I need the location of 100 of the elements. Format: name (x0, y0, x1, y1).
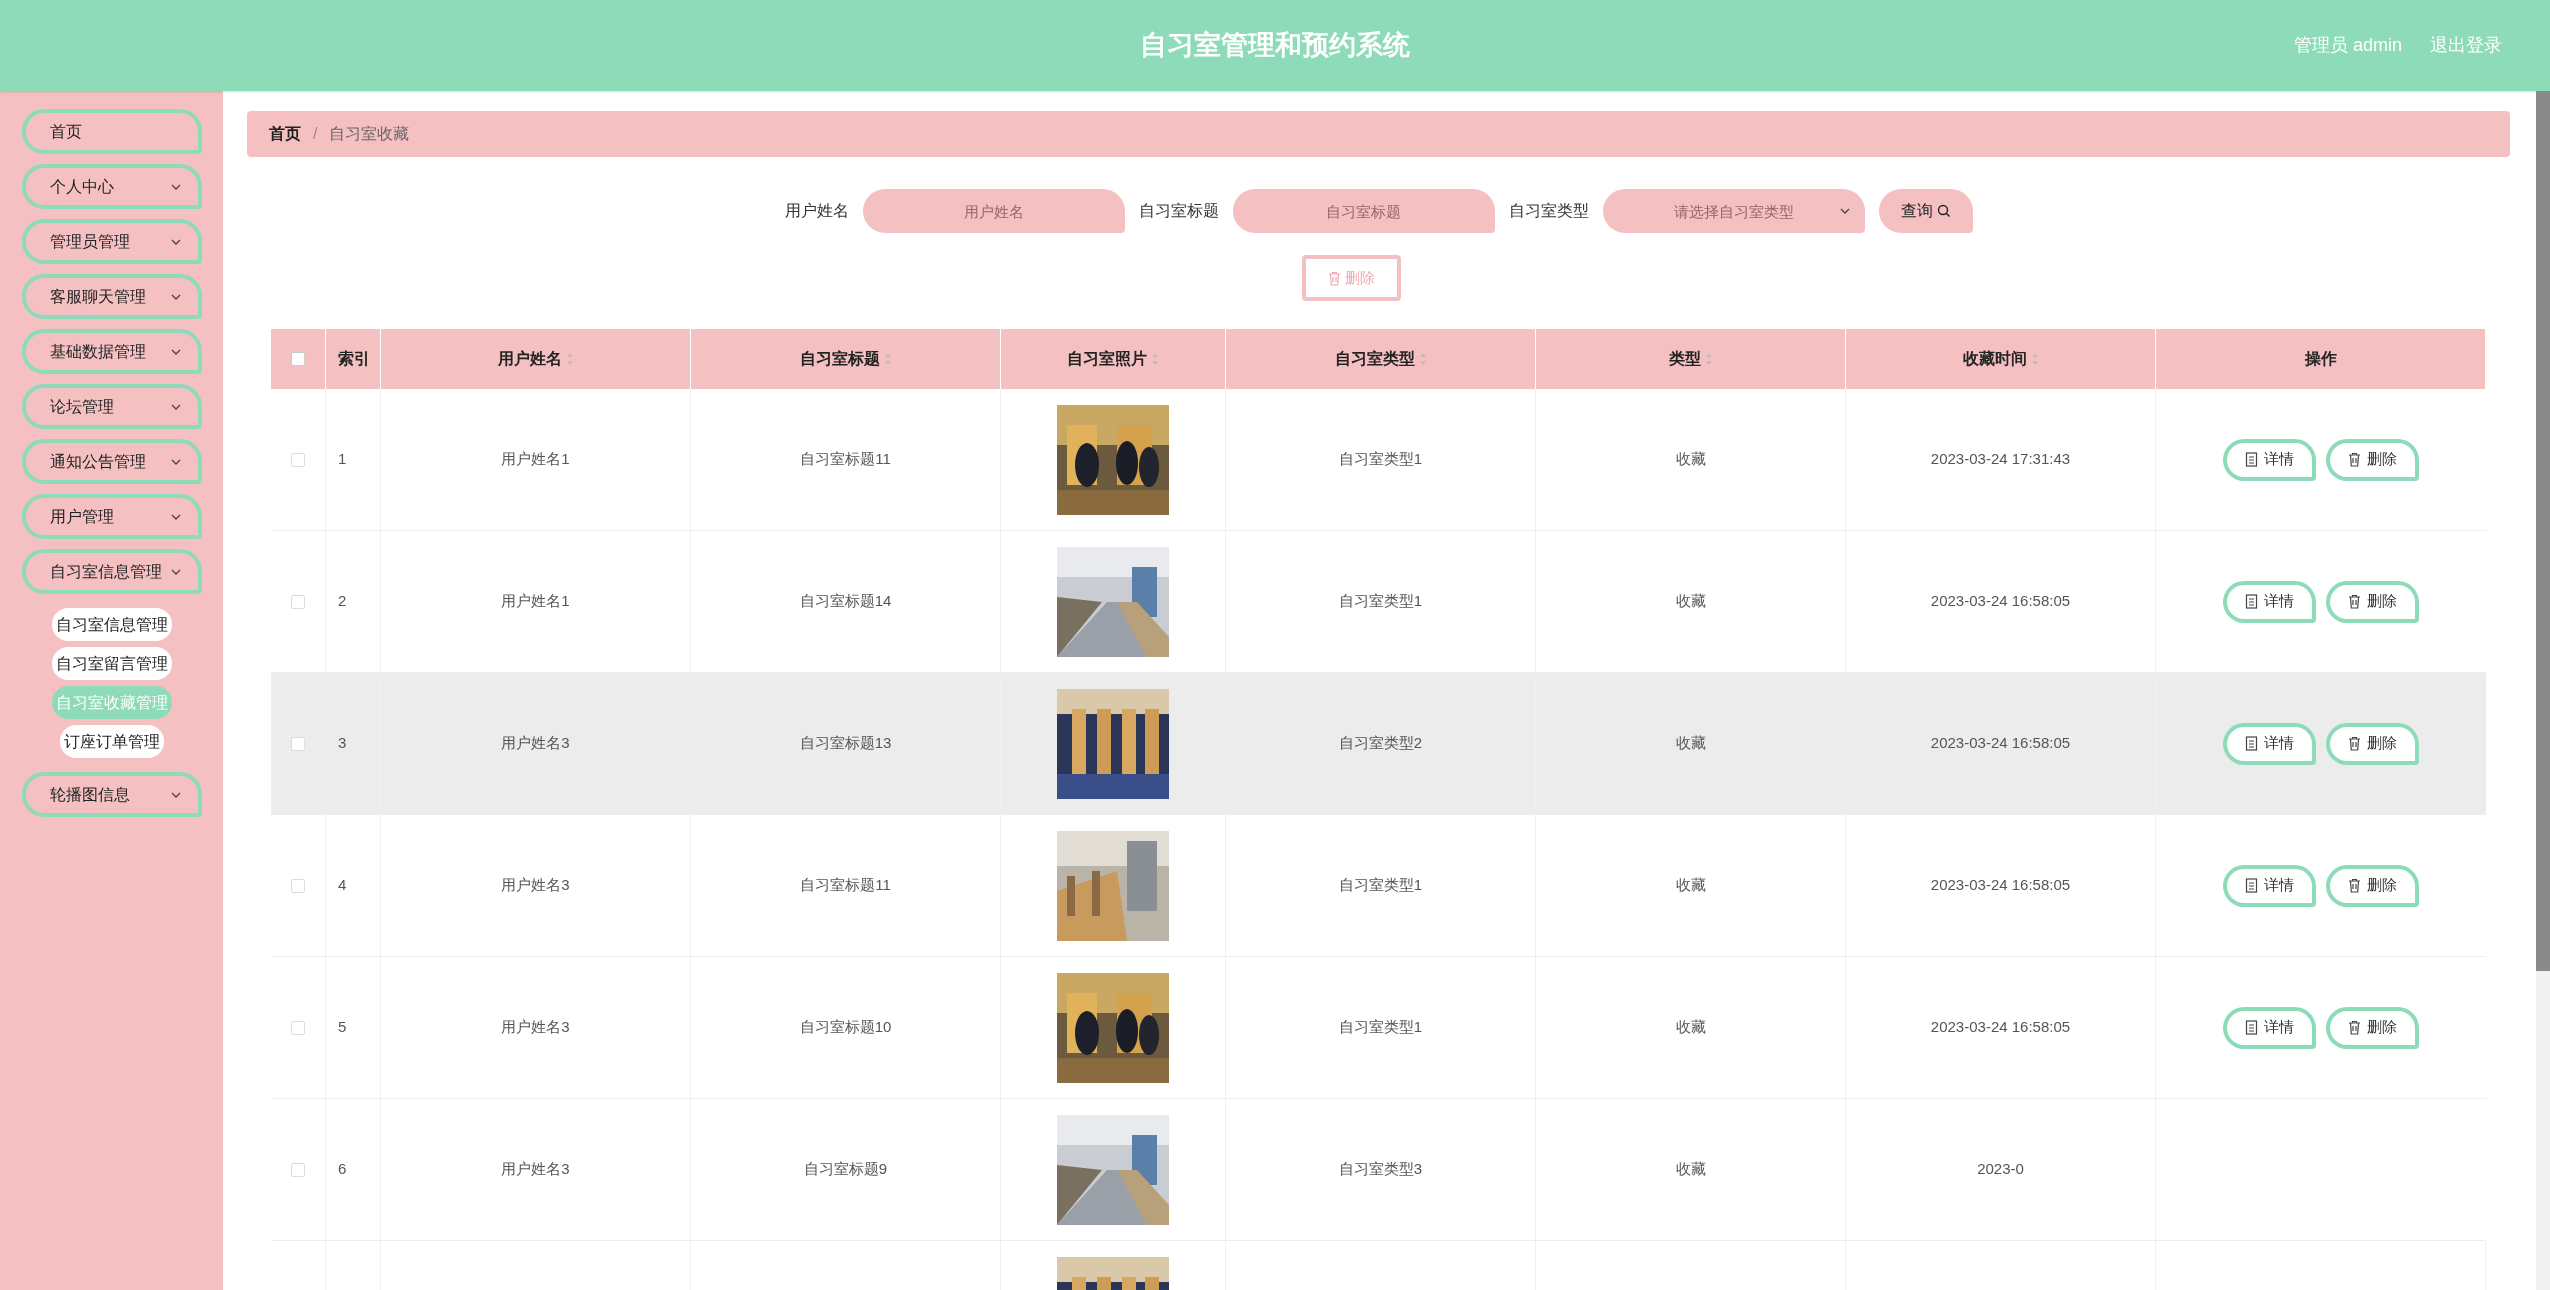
favorite-time-cell-text: 2023-03-24 16:58:05 (1930, 875, 2071, 896)
breadcrumb-separator: / (313, 124, 318, 144)
row-checkbox[interactable] (291, 736, 305, 751)
delete-button[interactable]: 删除 (2326, 864, 2419, 907)
scrollbar[interactable] (2536, 91, 2550, 1290)
sidebar-item-label: 个人中心 (49, 176, 114, 197)
sort-icon[interactable] (883, 352, 892, 366)
sidebar-item[interactable]: 用户管理 (21, 494, 202, 539)
favorite-time-cell-text: 2023-03-24 16:58:05 (1930, 591, 2071, 612)
details-button[interactable]: 详情 (2223, 864, 2316, 907)
room-title-cell-text: 自习室标题11 (800, 449, 891, 470)
breadcrumb-item[interactable]: 首页 (269, 122, 301, 146)
delete-button[interactable]: 删除 (2326, 580, 2419, 623)
sort-icon[interactable] (1151, 352, 1159, 366)
column-header-label: 自习室类型 (1334, 349, 1415, 369)
sidebar-item[interactable]: 轮播图信息 (21, 772, 202, 817)
room-title-cell-text: 自习室标题10 (799, 1017, 892, 1038)
trash-icon (2348, 594, 2361, 609)
sidebar-item-label: 用户管理 (49, 506, 114, 527)
index-cell-text: 2 (338, 591, 347, 612)
document-icon (2245, 594, 2258, 609)
chevron-down-icon (169, 182, 182, 191)
search-field-label: 自习室类型 (1508, 201, 1589, 221)
favorite-time-cell-text: 2023-03-24 16:58:05 (1930, 733, 2071, 754)
sidebar-item[interactable]: 论坛管理 (21, 384, 202, 429)
room-type-cell-text: 自习室类型1 (1338, 591, 1423, 612)
chevron-down-icon (1838, 207, 1851, 215)
sort-icon[interactable] (1704, 352, 1713, 366)
room-title-cell-text: 自习室标题9 (803, 1159, 888, 1180)
trash-icon (2348, 1020, 2361, 1035)
input-field[interactable]: 自习室标题 (1232, 189, 1495, 233)
table-row[interactable]: 4 用户姓名3 自习室标题11 自习室类型1 收藏 2023-03-24 16:58:05 详情 删除 (271, 815, 2486, 957)
details-button[interactable]: 详情 (2223, 438, 2316, 481)
sort-icon[interactable] (1418, 352, 1427, 366)
row-checkbox[interactable] (291, 452, 305, 467)
table-row[interactable]: 3 用户姓名3 自习室标题13 自习室类型2 收藏 2023-03-24 16:58:05 详情 删除 (271, 673, 2486, 815)
row-checkbox[interactable] (291, 1020, 305, 1035)
sort-icon[interactable] (565, 352, 574, 366)
row-checkbox[interactable] (291, 1162, 305, 1177)
sidebar-item[interactable]: 首页 (21, 109, 202, 154)
favorite-type-cell-text: 收藏 (1675, 449, 1706, 470)
search-button[interactable]: 查询 (1878, 189, 1973, 233)
table-row[interactable]: 6 用户姓名3 自习室标题9 自习室类型3 收藏 2023-0 (271, 1099, 2486, 1241)
submenu-item[interactable]: 自习室留言管理 (51, 647, 172, 680)
table-row[interactable]: 2 用户姓名1 自习室标题14 自习室类型1 收藏 2023-03-24 16:58:05 详情 删除 (271, 531, 2486, 673)
sidebar-item[interactable]: 自习室信息管理 (21, 549, 202, 594)
user-name-cell-text: 用户姓名3 (501, 733, 570, 754)
details-button[interactable]: 详情 (2223, 1006, 2316, 1049)
chevron-down-icon (169, 512, 182, 521)
sidebar-item[interactable]: 个人中心 (21, 164, 202, 209)
column-header-label: 类型 (1668, 349, 1701, 369)
index-cell-text: 6 (338, 1159, 347, 1180)
search-icon (1936, 204, 1951, 218)
details-button[interactable]: 详情 (2223, 580, 2316, 623)
sidebar-item[interactable]: 客服聊天管理 (21, 274, 202, 319)
sidebar-item[interactable]: 通知公告管理 (21, 439, 202, 484)
user-name-cell-text: 用户姓名1 (501, 591, 570, 612)
index-cell-text: 4 (338, 875, 347, 896)
delete-button[interactable]: 删除 (2326, 722, 2419, 765)
table-row[interactable]: 1 用户姓名1 自习室标题11 自习室类型1 收藏 2023-03-24 17:31:43 详情 删除 (271, 389, 2486, 531)
sidebar-item-label: 自习室信息管理 (49, 561, 162, 582)
index-cell-text: 3 (338, 733, 347, 754)
input-field[interactable]: 用户姓名 (862, 189, 1125, 233)
select-all-checkbox[interactable] (291, 352, 305, 366)
delete-button[interactable]: 删除 (2326, 438, 2419, 481)
favorite-type-cell-text: 收藏 (1675, 733, 1706, 754)
submenu-item[interactable]: 自习室信息管理 (51, 608, 172, 641)
favorite-type-cell-text: 收藏 (1675, 1159, 1706, 1180)
breadcrumb-item: 自习室收藏 (329, 124, 410, 144)
sidebar-item[interactable]: 管理员管理 (21, 219, 202, 264)
sidebar-item[interactable]: 基础数据管理 (21, 329, 202, 374)
search-field-label: 自习室标题 (1138, 201, 1219, 221)
chevron-down-icon (169, 347, 182, 356)
user-name-cell-text: 用户姓名3 (501, 1159, 570, 1180)
index-cell-text: 1 (338, 449, 347, 470)
row-checkbox[interactable] (291, 878, 305, 893)
index-cell-text: 5 (338, 1017, 347, 1038)
user-name-cell-text: 用户姓名3 (501, 875, 570, 896)
select-field[interactable]: 请选择自习室类型 (1602, 189, 1865, 233)
user-name-cell-text: 用户姓名1 (501, 449, 570, 470)
delete-button[interactable]: 删除 (2326, 1006, 2419, 1049)
row-checkbox[interactable] (291, 594, 305, 609)
user-name-cell-text: 用户姓名3 (501, 1017, 570, 1038)
document-icon (2245, 736, 2258, 751)
sort-icon[interactable] (2030, 352, 2039, 366)
chevron-down-icon (169, 292, 182, 301)
chevron-down-icon (169, 457, 182, 466)
room-title-cell-text: 自习室标题11 (800, 875, 891, 896)
chevron-down-icon (169, 237, 182, 246)
submenu-item[interactable]: 订座订单管理 (59, 725, 164, 758)
document-icon (2245, 452, 2258, 467)
room-type-cell-text: 自习室类型2 (1338, 733, 1423, 754)
table-row[interactable]: 5 用户姓名3 自习室标题10 自习室类型1 收藏 2023-03-24 16:58:05 详情 删除 (271, 957, 2486, 1099)
sidebar-item-label: 轮播图信息 (49, 784, 130, 805)
column-header-label: 自习室标题 (799, 349, 880, 369)
trash-icon (2348, 452, 2361, 467)
details-button[interactable]: 详情 (2223, 722, 2316, 765)
favorite-time-cell-text: 2023-03-24 16:58:05 (1930, 1017, 2071, 1038)
chevron-down-icon (169, 402, 182, 411)
room-type-cell-text: 自习室类型3 (1338, 1159, 1423, 1180)
